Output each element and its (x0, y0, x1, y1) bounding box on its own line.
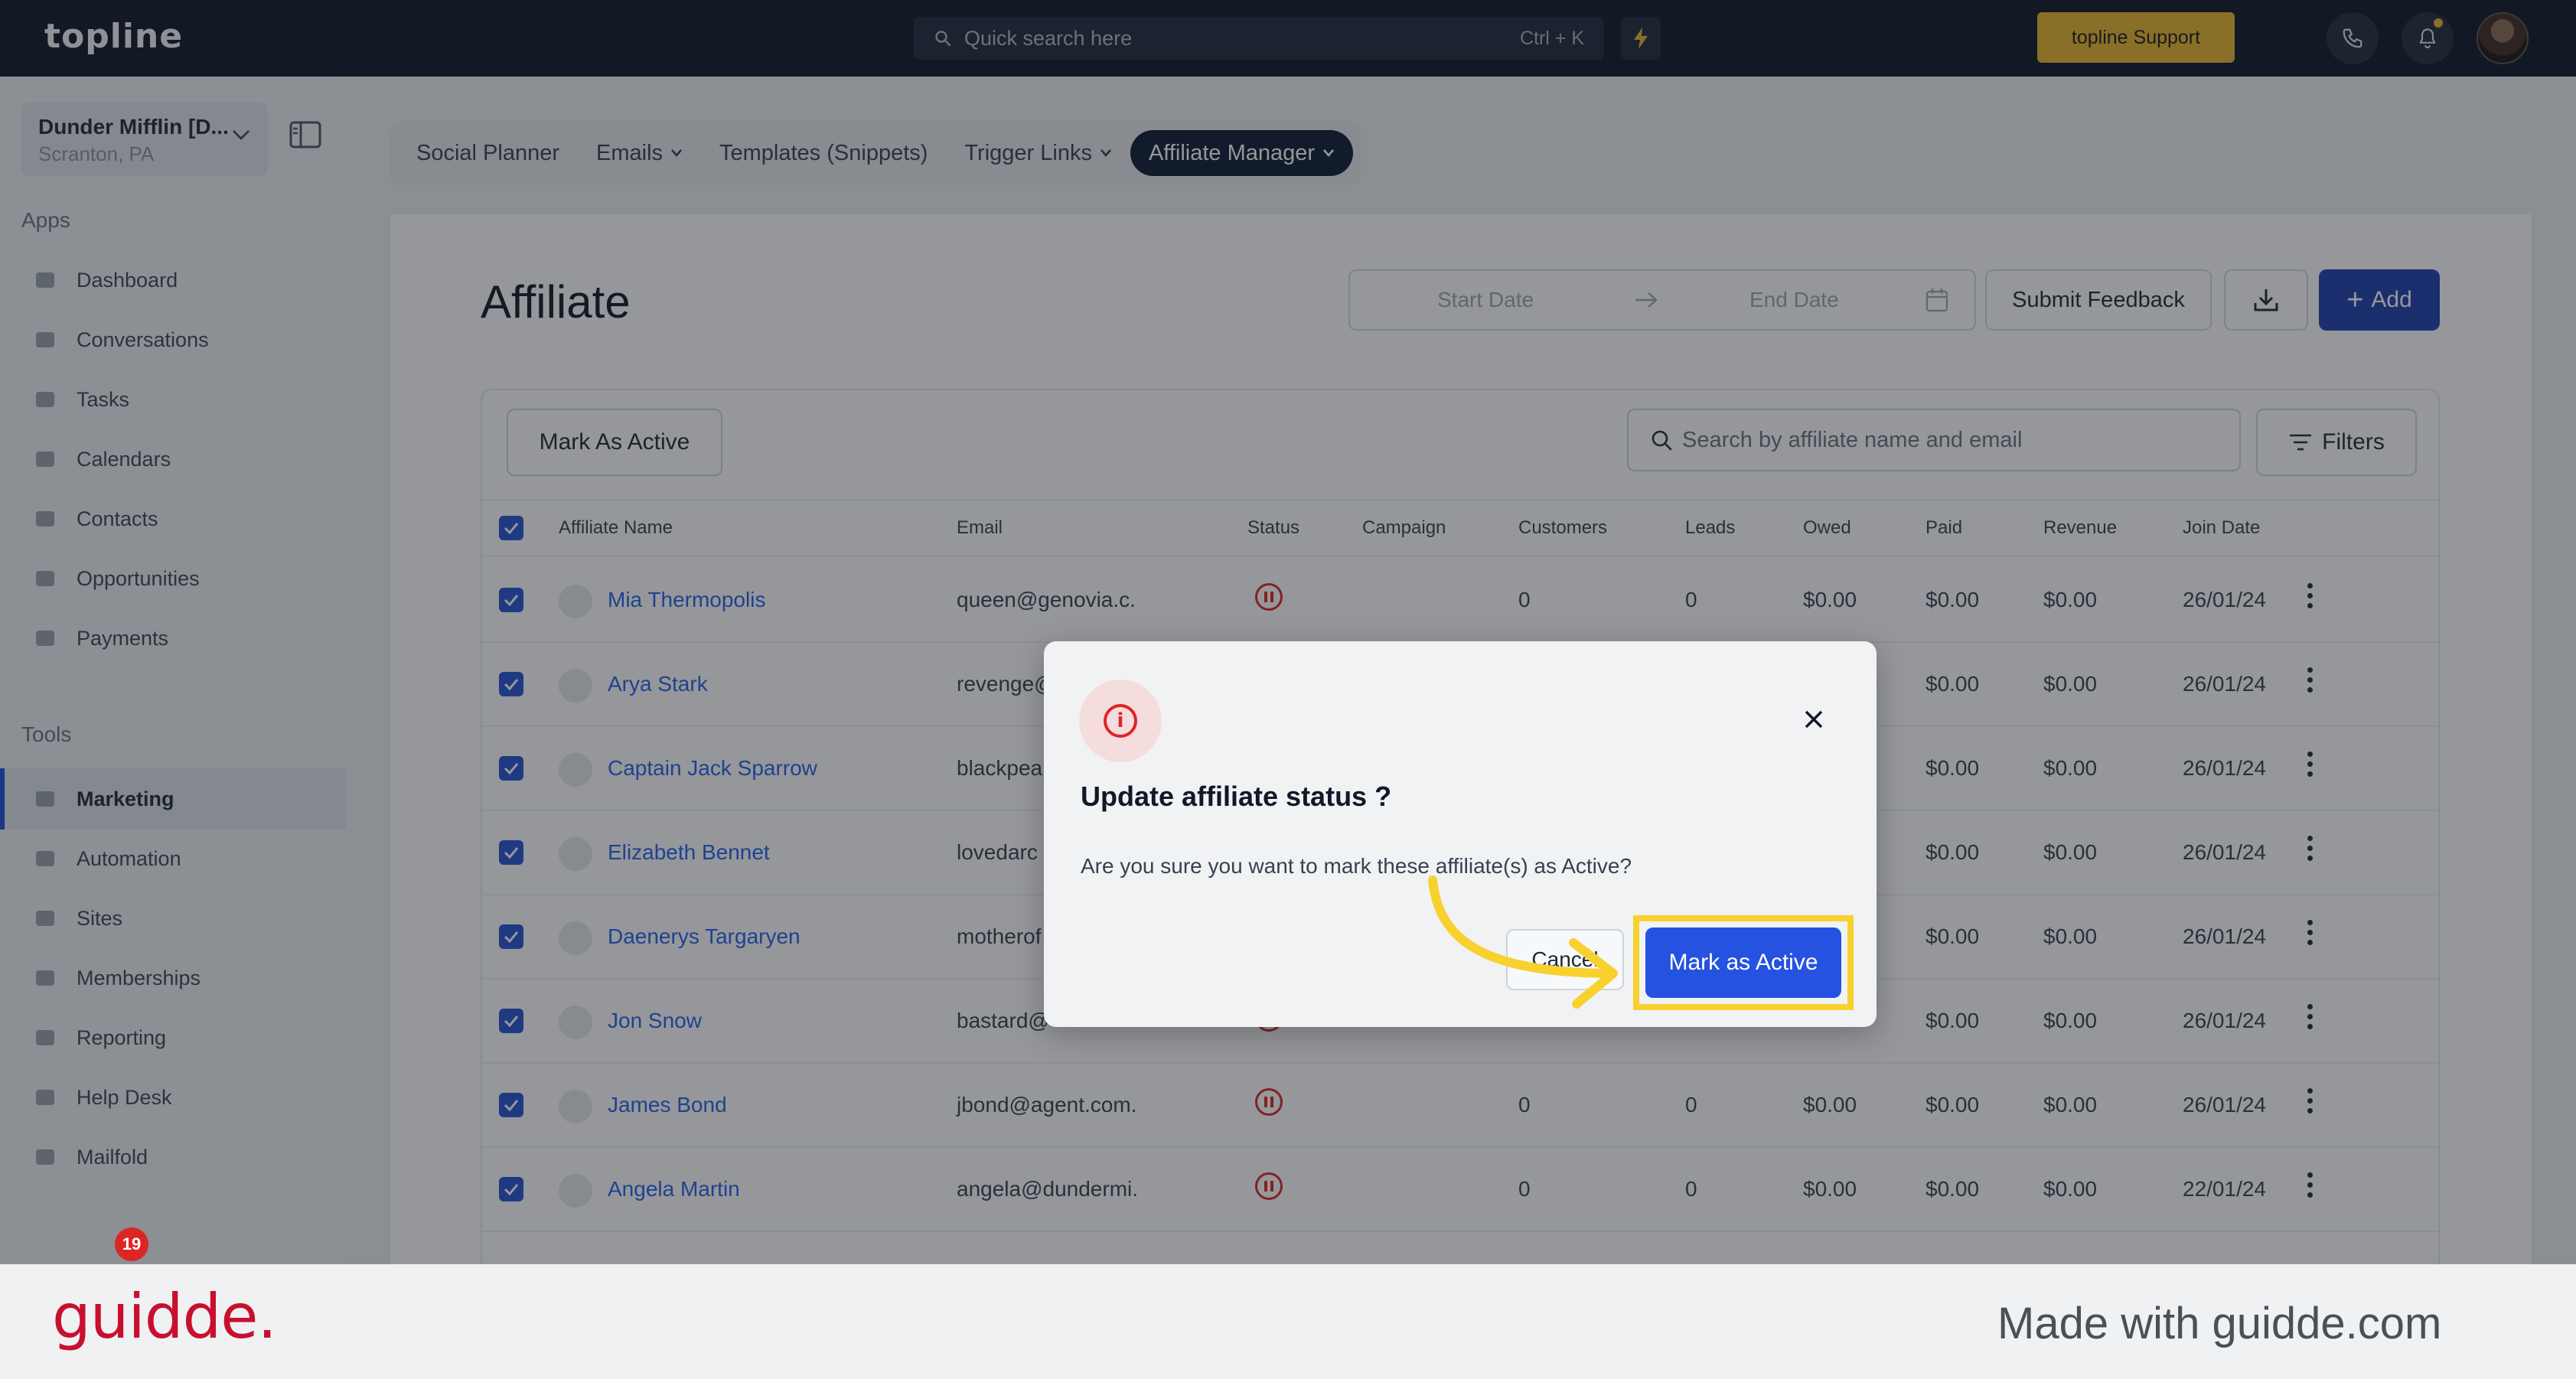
guidde-logo: guidde. (52, 1281, 277, 1352)
footer: guidde. Made with guidde.com (0, 1264, 2576, 1379)
dialog-title: Update affiliate status ? (1081, 781, 1392, 812)
info-icon: i (1079, 680, 1162, 762)
close-icon[interactable] (1797, 703, 1831, 736)
notification-badge[interactable]: 19 (115, 1227, 148, 1261)
pointer-arrow-icon (1428, 875, 1618, 1009)
made-with-text: Made with guidde.com (1997, 1299, 2442, 1348)
modal-backdrop[interactable] (0, 0, 2576, 1264)
mark-as-active-confirm-button[interactable]: Mark as Active (1645, 927, 1841, 998)
